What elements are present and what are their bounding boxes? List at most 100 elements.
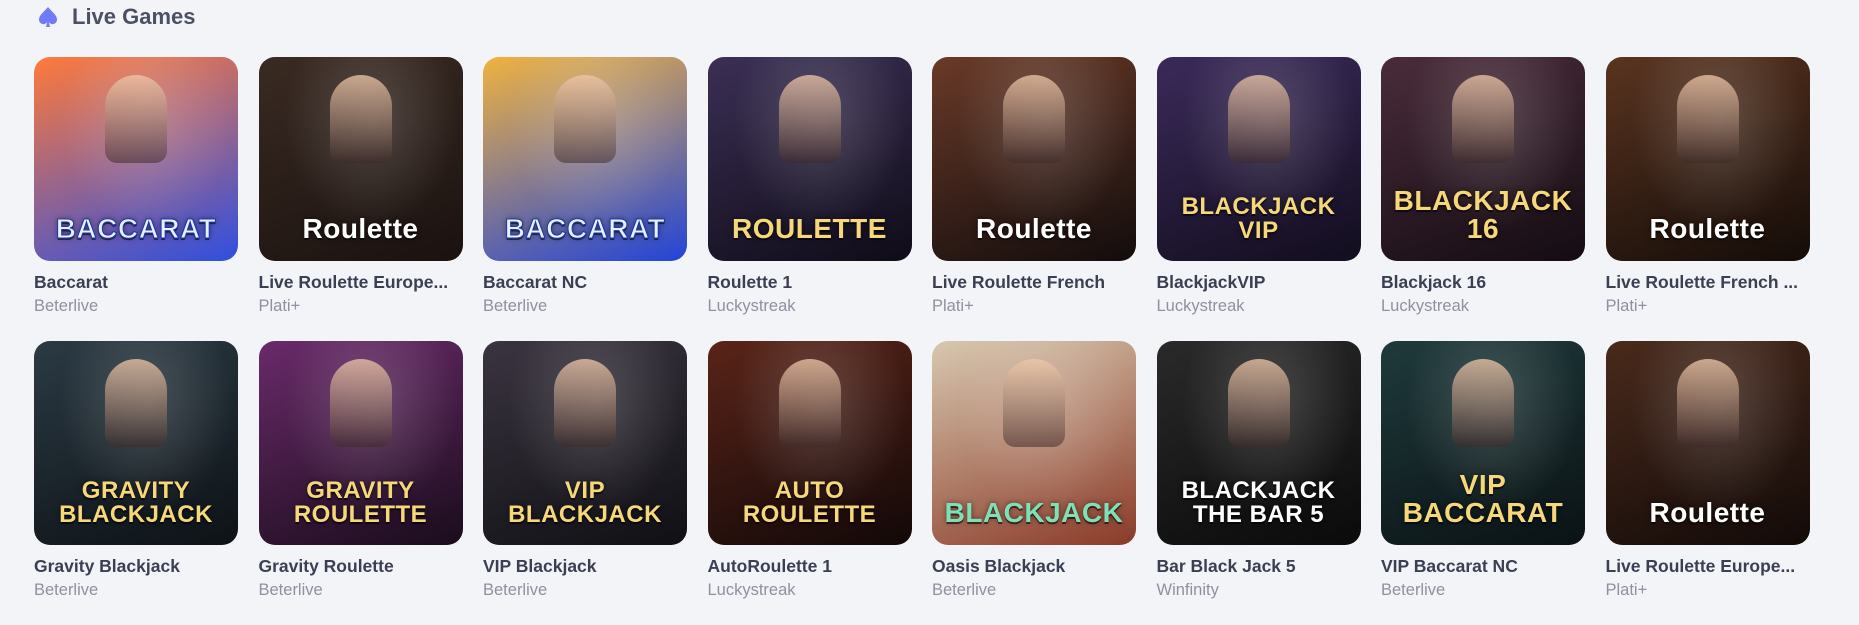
game-card[interactable]: VIP BLACKJACK VIP Blackjack Beterlive bbox=[483, 341, 687, 625]
game-name[interactable]: Live Roulette Europe... bbox=[1606, 556, 1810, 577]
game-provider: Luckystreak bbox=[1381, 297, 1470, 315]
game-card[interactable]: BACCARAT Baccarat Beterlive bbox=[34, 57, 238, 341]
game-thumbnail[interactable]: BLACKJACK bbox=[932, 341, 1136, 545]
game-logo-text: Roulette bbox=[976, 213, 1092, 244]
game-card[interactable]: GRAVITY BLACKJACK Gravity Blackjack Beterl… bbox=[34, 341, 238, 625]
dealer-figure bbox=[329, 359, 392, 447]
game-card[interactable]: BLACKJACK Oasis Blackjack Beterlive bbox=[932, 341, 1136, 625]
dealer-figure bbox=[1227, 359, 1290, 447]
game-provider: Plati+ bbox=[1605, 297, 1648, 315]
game-logo-text: GRAVITY BLACKJACK bbox=[59, 477, 213, 528]
game-name[interactable]: Baccarat bbox=[34, 272, 238, 293]
game-logo-text: BLACKJACK 16 bbox=[1393, 185, 1573, 244]
game-thumbnail[interactable]: BACCARAT bbox=[34, 57, 238, 261]
game-card[interactable]: BLACKJACK THE BAR 5 Bar Black Jack 5 Winfi… bbox=[1156, 341, 1361, 625]
game-thumbnail[interactable]: AUTO ROULETTE bbox=[707, 341, 912, 545]
game-card[interactable]: BLACKJACK VIP BlackjackVIP Luckystreak bbox=[1156, 57, 1361, 341]
game-card[interactable]: Roulette Live Roulette Europe... Plati+ bbox=[258, 57, 463, 341]
game-thumbnail[interactable]: Roulette bbox=[258, 57, 463, 261]
game-name[interactable]: VIP Blackjack bbox=[483, 556, 687, 577]
game-name[interactable]: Gravity Roulette bbox=[259, 556, 463, 577]
game-name[interactable]: Bar Black Jack 5 bbox=[1157, 556, 1361, 577]
game-thumbnail[interactable]: BLACKJACK THE BAR 5 bbox=[1156, 341, 1361, 545]
game-provider: Beterlive bbox=[258, 581, 323, 599]
dealer-figure bbox=[778, 75, 841, 163]
dealer-figure bbox=[554, 75, 616, 163]
game-card[interactable]: VIP BACCARAT VIP Baccarat NC Beterlive bbox=[1381, 341, 1585, 625]
game-logo-text: BLACKJACK THE BAR 5 bbox=[1181, 477, 1336, 528]
game-provider: Beterlive bbox=[483, 581, 548, 599]
game-logo-text: AUTO ROULETTE bbox=[742, 477, 877, 528]
game-provider: Luckystreak bbox=[707, 581, 796, 599]
game-name[interactable]: Oasis Blackjack bbox=[932, 556, 1136, 577]
game-logo-text: VIP BLACKJACK bbox=[508, 477, 662, 528]
game-name[interactable]: Blackjack 16 bbox=[1381, 272, 1585, 293]
game-thumbnail[interactable]: VIP BLACKJACK bbox=[483, 341, 687, 545]
section-title: Live Games bbox=[72, 4, 196, 29]
game-card[interactable]: BLACKJACK 16 Blackjack 16 Luckystreak bbox=[1381, 57, 1585, 341]
game-card[interactable]: Roulette Live Roulette Europe... Plati+ bbox=[1605, 341, 1810, 625]
game-name[interactable]: Roulette 1 bbox=[708, 272, 912, 293]
game-provider: Plati+ bbox=[1605, 581, 1648, 599]
dealer-figure bbox=[329, 75, 392, 163]
dealer-figure bbox=[554, 359, 616, 447]
game-thumbnail[interactable]: BACCARAT bbox=[483, 57, 687, 261]
game-thumbnail[interactable]: GRAVITY ROULETTE bbox=[258, 341, 463, 545]
game-card[interactable]: Roulette Live Roulette French ... Plati+ bbox=[1605, 57, 1810, 341]
dealer-figure bbox=[1003, 75, 1065, 163]
game-provider: Beterlive bbox=[1381, 581, 1446, 599]
game-thumbnail[interactable]: BLACKJACK 16 bbox=[1381, 57, 1585, 261]
game-thumbnail[interactable]: ROULETTE bbox=[707, 57, 912, 261]
game-thumbnail[interactable]: Roulette bbox=[1605, 341, 1810, 545]
dealer-figure bbox=[1452, 359, 1514, 447]
game-name[interactable]: VIP Baccarat NC bbox=[1381, 556, 1585, 577]
game-logo-text: Roulette bbox=[1649, 497, 1766, 528]
games-grid: BACCARAT Baccarat Beterlive Roulette Live Ro… bbox=[34, 57, 1810, 625]
game-name[interactable]: Live Roulette French bbox=[932, 272, 1136, 293]
game-provider: Beterlive bbox=[483, 297, 548, 315]
game-provider: Luckystreak bbox=[1156, 297, 1245, 315]
game-provider: Beterlive bbox=[34, 581, 99, 599]
section-header: Live Games bbox=[36, 4, 196, 30]
game-logo-text: BACCARAT bbox=[504, 213, 666, 244]
game-card[interactable]: GRAVITY ROULETTE Gravity Roulette Beterliv… bbox=[258, 341, 463, 625]
game-name[interactable]: BlackjackVIP bbox=[1157, 272, 1361, 293]
game-provider: Beterlive bbox=[932, 581, 997, 599]
game-thumbnail[interactable]: BLACKJACK VIP bbox=[1156, 57, 1361, 261]
game-name[interactable]: Gravity Blackjack bbox=[34, 556, 238, 577]
game-thumbnail[interactable]: GRAVITY BLACKJACK bbox=[34, 341, 238, 545]
game-logo-text: BLACKJACK bbox=[944, 497, 1124, 528]
game-logo-text: Roulette bbox=[302, 213, 419, 244]
game-card[interactable]: Roulette Live Roulette French Plati+ bbox=[932, 57, 1136, 341]
dealer-figure bbox=[105, 359, 167, 447]
dealer-figure bbox=[778, 359, 841, 447]
game-card[interactable]: BACCARAT Baccarat NC Beterlive bbox=[483, 57, 687, 341]
game-card[interactable]: AUTO ROULETTE AutoRoulette 1 Luckystreak bbox=[707, 341, 912, 625]
game-provider: Beterlive bbox=[34, 297, 99, 315]
game-provider: Plati+ bbox=[932, 297, 974, 315]
game-card[interactable]: ROULETTE Roulette 1 Luckystreak bbox=[707, 57, 912, 341]
game-name[interactable]: Baccarat NC bbox=[483, 272, 687, 293]
game-logo-text: ROULETTE bbox=[732, 213, 887, 244]
game-logo-text: VIP BACCARAT bbox=[1402, 469, 1564, 528]
dealer-figure bbox=[1227, 75, 1290, 163]
game-name[interactable]: Live Roulette French ... bbox=[1606, 272, 1810, 293]
game-name[interactable]: Live Roulette Europe... bbox=[259, 272, 463, 293]
game-provider: Plati+ bbox=[258, 297, 301, 315]
game-thumbnail[interactable]: Roulette bbox=[1605, 57, 1810, 261]
game-provider: Luckystreak bbox=[707, 297, 796, 315]
game-name[interactable]: AutoRoulette 1 bbox=[708, 556, 912, 577]
game-logo-text: BACCARAT bbox=[55, 213, 217, 244]
game-logo-text: Roulette bbox=[1649, 213, 1766, 244]
spade-icon bbox=[39, 7, 57, 27]
dealer-figure bbox=[1676, 75, 1739, 163]
game-logo-text: BLACKJACK VIP bbox=[1181, 193, 1336, 244]
dealer-figure bbox=[1676, 359, 1739, 447]
game-thumbnail[interactable]: Roulette bbox=[932, 57, 1136, 261]
game-logo-text: GRAVITY ROULETTE bbox=[293, 477, 428, 528]
dealer-figure bbox=[105, 75, 167, 163]
game-provider: Winfinity bbox=[1156, 581, 1219, 599]
dealer-figure bbox=[1003, 359, 1065, 447]
game-thumbnail[interactable]: VIP BACCARAT bbox=[1381, 341, 1585, 545]
dealer-figure bbox=[1452, 75, 1514, 163]
